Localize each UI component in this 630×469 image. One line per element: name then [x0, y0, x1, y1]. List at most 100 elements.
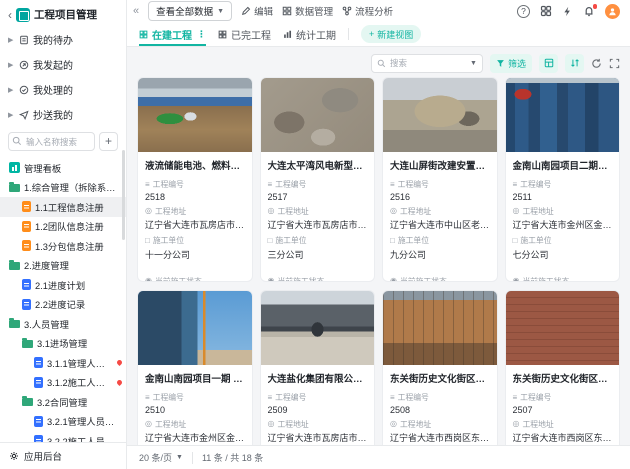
lightning-icon[interactable] [562, 6, 573, 17]
sidebar-nav-item[interactable]: ▶ 我发起的 [0, 52, 126, 77]
project-title: 金南山南园项目一期 3#-6#、8#-17#、地下车库 [145, 371, 245, 385]
caret-right-icon: ▶ [8, 61, 15, 69]
sidebar-tree-item[interactable]: 3.2合同管理 [0, 392, 126, 412]
user-avatar[interactable] [605, 4, 620, 19]
project-card[interactable]: 大连太平湾风电新型材料制造基地项目一期≡工程编号2517◎工程地址辽宁省大连市瓦… [260, 77, 376, 282]
project-photo-brick-scaffold-building [383, 291, 497, 365]
gallery-view-icon [218, 30, 227, 39]
more-icon[interactable]: ⋮ [197, 29, 206, 40]
status-row: ◉当前施工状态建设中 [513, 272, 613, 283]
sidebar-tree-item[interactable]: 3.2.2施工人员合同 [0, 431, 126, 442]
filter-toolbar: 搜索 ▼ 筛选 [137, 51, 620, 75]
field-label-code: ≡工程编号 [390, 392, 490, 403]
pencil-icon [241, 6, 251, 16]
form-doc-icon [22, 201, 31, 212]
sidebar-tree-item[interactable]: 3.1进场管理 [0, 334, 126, 354]
project-card[interactable]: 东关街历史文化街区保护与利用项目三标段≡工程编号2508◎工程地址辽宁省大连市西… [382, 290, 498, 445]
field-label-address: ◎工程地址 [268, 206, 368, 217]
view-tab-已完工程[interactable]: 已完工程 [218, 22, 271, 46]
chevron-down-icon: ▼ [217, 8, 224, 15]
sidebar-tree-item[interactable]: 3.1.2施工人员注册 [0, 373, 126, 393]
field-label-code: ≡工程编号 [268, 179, 368, 190]
sidebar-nav-item[interactable]: ▶我处理的 [0, 77, 126, 102]
filter-button[interactable]: 筛选 [490, 54, 532, 73]
building-icon: □ [390, 237, 395, 245]
project-code: 2511 [513, 192, 613, 202]
tree-item-label: 3.2合同管理 [37, 395, 87, 409]
folder-icon [9, 184, 20, 192]
add-button[interactable]: + [99, 132, 118, 151]
view-tabs-bar: 在建工程 ⋮ 已完工程统计工期 + 新建视图 [127, 22, 630, 47]
tree-item-label: 3.2.1管理人员合同 [47, 414, 122, 428]
status-icon: ◉ [513, 277, 520, 282]
refresh-icon[interactable] [591, 58, 602, 69]
sidebar-tree-item[interactable]: 1.1工程信息注册 [0, 197, 126, 217]
back-chevron-icon[interactable]: ‹ [8, 9, 12, 21]
sidebar-nav-item[interactable]: ▶我的待办 [0, 27, 126, 52]
project-card[interactable]: 大连盐化集团有限公司“三供一业”分离移交维修改造项目≡工程编号2509◎工程地址… [260, 290, 376, 445]
view-all-data-button[interactable]: 查看全部数据 ▼ [148, 1, 232, 21]
project-card[interactable]: 金南山南园项目二期1#、2#、6#、7#、18#楼≡工程编号2511◎工程地址辽… [505, 77, 621, 282]
fullscreen-icon[interactable] [609, 58, 620, 69]
page-size-select[interactable]: 20 条/页 ▼ [139, 451, 183, 464]
tab-label: 在建工程 [152, 27, 192, 42]
collapse-sidebar-icon[interactable]: « [133, 5, 139, 17]
nav-label: 我发起的 [33, 57, 73, 72]
location-icon: ◎ [390, 420, 397, 428]
project-title: 大连山屏街改建安置住房营房拆除项目 [390, 158, 490, 172]
sidebar-tree-item[interactable]: 3.人员管理 [0, 314, 126, 334]
data-manage-button[interactable]: 数据管理 [282, 4, 333, 18]
project-address: 辽宁省大连市西岗区东关街历史文化街区(范围为北至 [513, 431, 613, 444]
project-card[interactable]: 东关街历史文化街区保护与利用项目二标段≡工程编号2507◎工程地址辽宁省大连市西… [505, 290, 621, 445]
pagination-bar: 20 条/页 ▼ 11 条 / 共 18 条 [127, 445, 630, 469]
sidebar-search-row: + [0, 127, 126, 156]
project-address: 辽宁省大连市西岗区东关街历史文化街区(范围为西至 [390, 431, 490, 444]
sidebar-tree-item[interactable]: 2.2进度记录 [0, 295, 126, 315]
form-doc-icon [34, 377, 43, 388]
number-icon: ≡ [390, 181, 395, 189]
project-code: 2518 [145, 192, 245, 202]
nav-label: 我处理的 [33, 82, 73, 97]
app-title: 工程项目管理 [34, 7, 97, 22]
building-icon: □ [513, 237, 518, 245]
flow-analysis-button[interactable]: 流程分析 [342, 4, 393, 18]
project-card[interactable]: 液流储能电池、燃料电池用关键核心材料生产基地项目≡工程编号2518◎工程地址辽宁… [137, 77, 253, 282]
record-search-input[interactable]: 搜索 ▼ [371, 54, 483, 73]
sidebar-tree-item[interactable]: 1.综合管理（拆除系统） [0, 178, 126, 198]
folder-icon [9, 320, 20, 328]
funnel-icon [496, 59, 505, 68]
sidebar-tree-item[interactable]: 1.3分包信息注册 [0, 236, 126, 256]
field-label-code: ≡工程编号 [145, 179, 245, 190]
folder-icon [22, 398, 33, 406]
sort-button[interactable] [565, 54, 584, 73]
view-tab-在建工程[interactable]: 在建工程 ⋮ [139, 22, 206, 46]
project-card[interactable]: 金南山南园项目一期 3#-6#、8#-17#、地下车库≡工程编号2510◎工程地… [137, 290, 253, 445]
notification-bell-icon[interactable] [583, 5, 595, 17]
sidebar-header: ‹ 工程项目管理 [0, 0, 126, 27]
flow-icon [342, 6, 352, 16]
gallery-config-button[interactable] [539, 54, 558, 73]
initiated-icon [19, 60, 29, 70]
project-photo-aerial-rubble-site [261, 78, 375, 152]
sidebar-tree-item[interactable]: 3.2.1管理人员合同 [0, 412, 126, 432]
edit-button[interactable]: 编辑 [241, 4, 273, 18]
apps-icon[interactable] [540, 5, 552, 17]
sidebar-tree-item[interactable]: 2.进度管理 [0, 256, 126, 276]
view-tab-统计工期[interactable]: 统计工期 [283, 22, 336, 46]
search-icon [12, 136, 22, 146]
status-row: ◉当前施工状态建设中 [145, 272, 245, 283]
project-code: 2508 [390, 405, 490, 415]
sidebar-tree-item[interactable]: 管理看板 [0, 158, 126, 178]
app-backend-link[interactable]: 应用后台 [0, 442, 126, 469]
new-view-button[interactable]: + 新建视图 [361, 25, 421, 43]
project-card[interactable]: 大连山屏街改建安置住房营房拆除项目≡工程编号2516◎工程地址辽宁省大连市中山区… [382, 77, 498, 282]
sidebar-tree-item[interactable]: 3.1.1管理人员注册 [0, 353, 126, 373]
location-icon: ◎ [513, 420, 520, 428]
field-label-address: ◎工程地址 [513, 206, 613, 217]
sidebar-tree-item[interactable]: 2.1进度计划 [0, 275, 126, 295]
sidebar-scrollbar[interactable] [122, 150, 125, 240]
help-icon[interactable]: ? [517, 5, 530, 18]
status-row: ◉当前施工状态建设中 [390, 272, 490, 283]
sidebar-nav-item[interactable]: ▶抄送我的 [0, 102, 126, 127]
sidebar-tree-item[interactable]: 1.2团队信息注册 [0, 217, 126, 237]
